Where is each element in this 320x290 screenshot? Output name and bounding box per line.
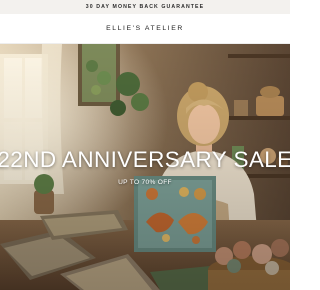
hero-title: 22ND ANNIVERSARY SALE [0, 147, 290, 172]
brand-logo[interactable]: ELLIE'S ATELIER [106, 25, 184, 32]
hero-subtitle: UP TO 70% OFF [118, 179, 172, 186]
site-header: ELLIE'S ATELIER [0, 14, 290, 44]
announcement-text: 30 DAY MONEY BACK GUARANTEE [85, 4, 205, 10]
announcement-bar: 30 DAY MONEY BACK GUARANTEE [0, 0, 290, 14]
hero-banner[interactable]: 22ND ANNIVERSARY SALE UP TO 70% OFF [0, 44, 290, 290]
